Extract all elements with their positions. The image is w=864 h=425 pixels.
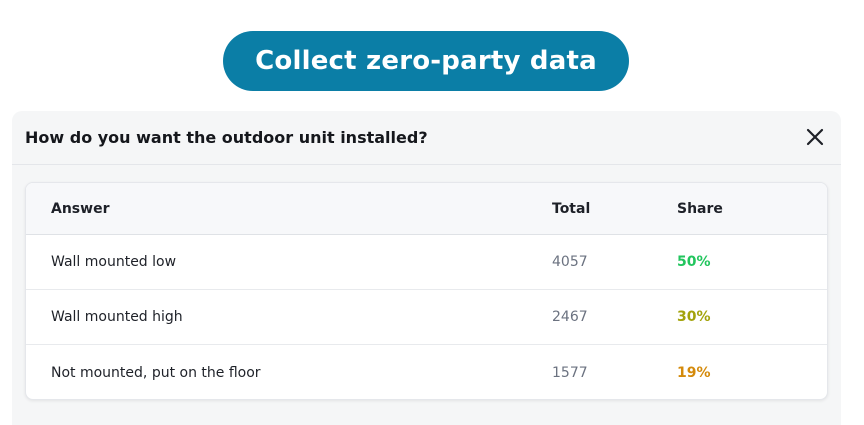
banner-label: Collect zero-party data (255, 46, 597, 76)
question-title: How do you want the outdoor unit install… (25, 128, 428, 147)
total-cell: 2467 (552, 309, 588, 325)
share-cell: 30% (677, 309, 711, 325)
share-cell: 50% (677, 254, 711, 270)
table-row: Not mounted, put on the floor 1577 19% (26, 345, 827, 399)
column-header-answer: Answer (51, 200, 110, 217)
answer-cell: Not mounted, put on the floor (51, 364, 261, 381)
collect-data-banner: Collect zero-party data (223, 31, 629, 91)
close-button[interactable] (802, 124, 828, 150)
panel-header: How do you want the outdoor unit install… (12, 111, 841, 165)
page: Collect zero-party data How do you want … (0, 0, 864, 425)
results-table: Answer Total Share Wall mounted low 4057… (25, 182, 828, 400)
total-cell: 4057 (552, 254, 588, 270)
column-header-total: Total (552, 200, 591, 217)
answer-cell: Wall mounted low (51, 254, 177, 270)
close-icon (806, 128, 824, 146)
total-cell: 1577 (552, 364, 588, 381)
share-cell: 19% (677, 364, 711, 381)
table-row: Wall mounted high 2467 30% (26, 290, 827, 345)
table-header-row: Answer Total Share (26, 183, 827, 235)
answer-cell: Wall mounted high (51, 309, 183, 325)
column-header-share: Share (677, 200, 723, 217)
poll-results-panel: How do you want the outdoor unit install… (12, 111, 841, 425)
table-row: Wall mounted low 4057 50% (26, 235, 827, 290)
